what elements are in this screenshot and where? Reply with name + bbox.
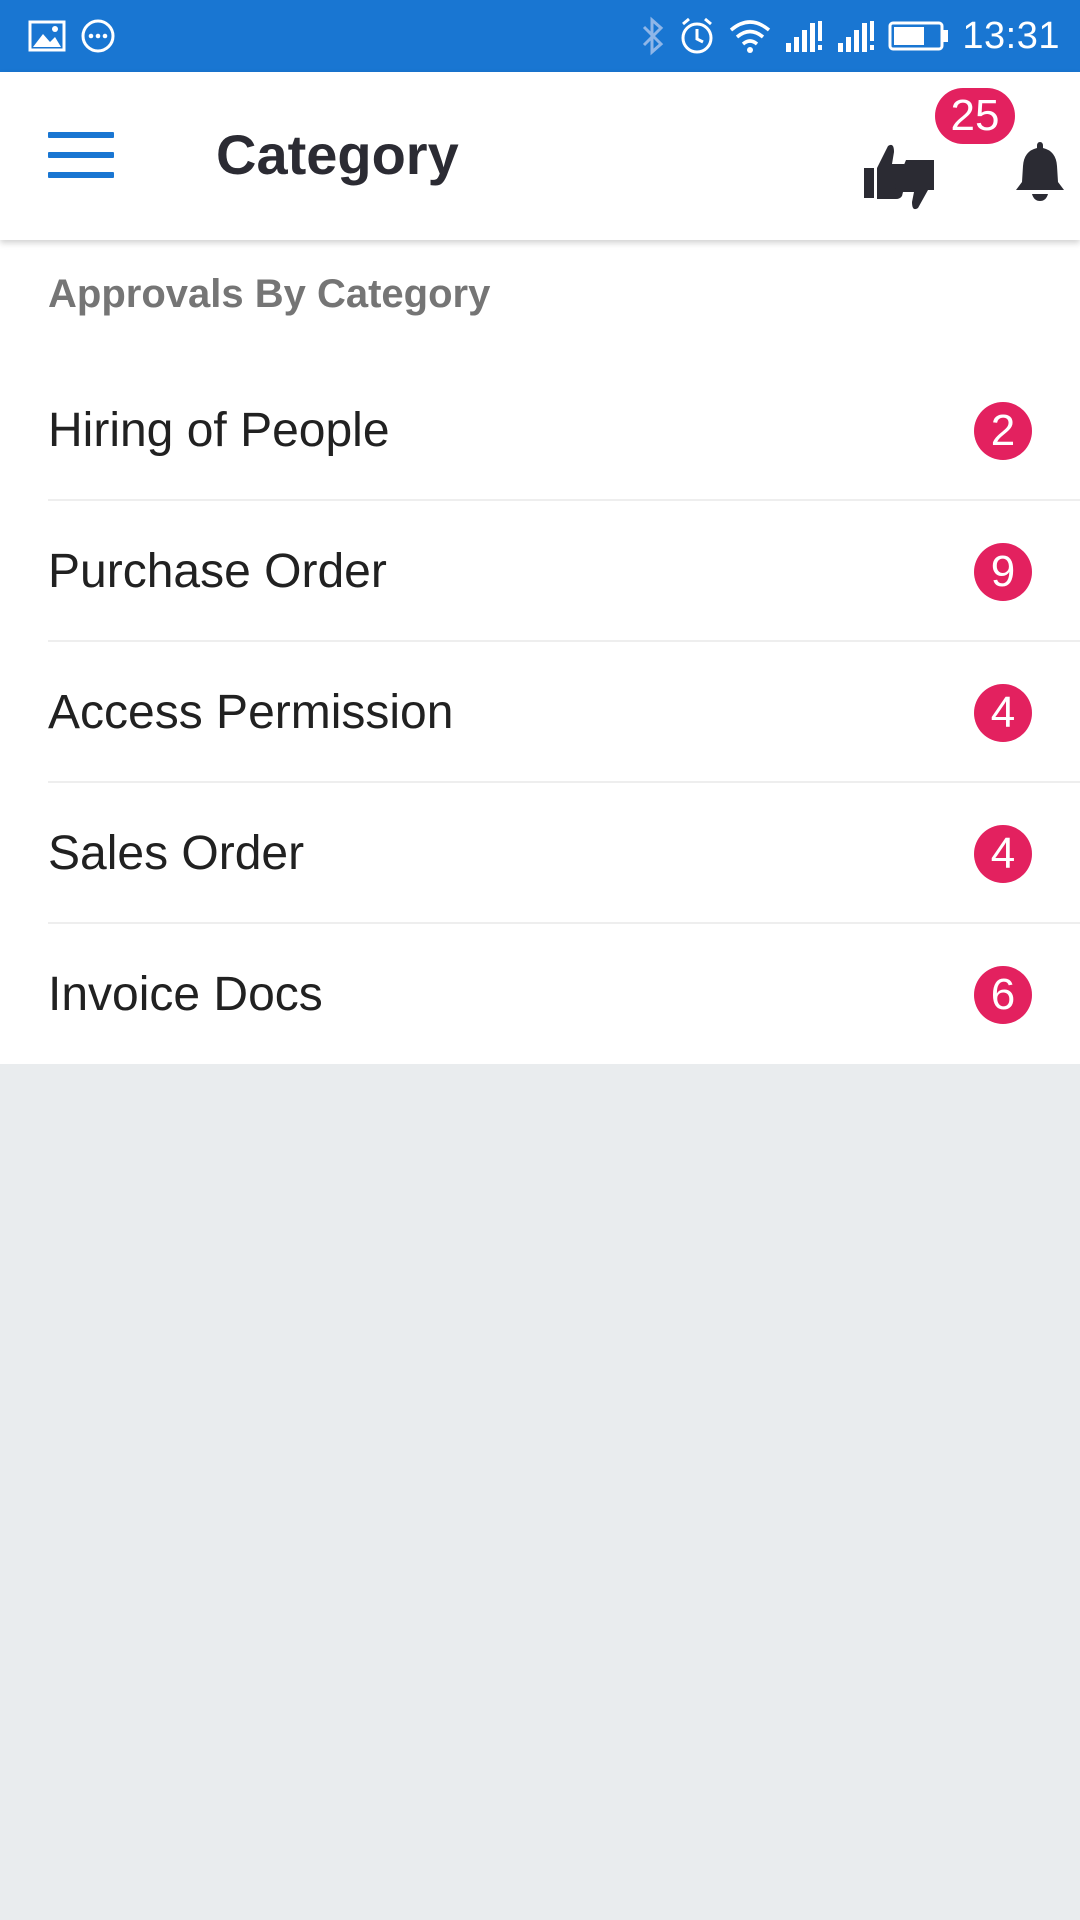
count-badge: 4 bbox=[974, 684, 1032, 742]
count-badge: 6 bbox=[974, 966, 1032, 1024]
status-bar: 13:31 bbox=[0, 0, 1080, 72]
notifications-button[interactable] bbox=[1012, 138, 1068, 202]
app-badge: 25 bbox=[935, 88, 1015, 144]
signal-icon bbox=[838, 21, 875, 52]
chat-icon bbox=[81, 19, 115, 53]
section-heading: Approvals By Category bbox=[48, 272, 491, 316]
battery-icon bbox=[888, 21, 949, 51]
status-time: 13:31 bbox=[962, 14, 1060, 57]
status-bar-right: 13:31 bbox=[640, 14, 1060, 58]
category-item-hiring-of-people[interactable]: Hiring of People 2 bbox=[0, 360, 1080, 501]
bell-icon bbox=[1016, 142, 1064, 201]
category-list: Hiring of People 2 Purchase Order 9 Acce… bbox=[0, 360, 1080, 1065]
menu-button[interactable] bbox=[48, 132, 114, 178]
category-label: Invoice Docs bbox=[48, 968, 323, 1021]
image-icon bbox=[28, 20, 66, 52]
status-bar-left bbox=[28, 16, 116, 56]
count-badge: 4 bbox=[974, 825, 1032, 883]
wifi-icon bbox=[730, 20, 771, 53]
page-title: Category bbox=[216, 123, 459, 186]
hamburger-icon-line bbox=[48, 152, 114, 158]
category-label: Hiring of People bbox=[48, 404, 390, 457]
category-item-invoice-docs[interactable]: Invoice Docs 6 bbox=[0, 924, 1080, 1065]
category-label: Access Permission bbox=[48, 686, 454, 739]
category-label: Sales Order bbox=[48, 827, 305, 880]
category-item-access-permission[interactable]: Access Permission 4 bbox=[0, 642, 1080, 783]
hamburger-icon-line bbox=[48, 132, 114, 138]
thumbs-up-down-icon bbox=[864, 144, 936, 210]
count-badge: 2 bbox=[974, 402, 1032, 460]
count-badge: 9 bbox=[974, 543, 1032, 601]
category-item-purchase-order[interactable]: Purchase Order 9 bbox=[0, 501, 1080, 642]
category-item-sales-order[interactable]: Sales Order 4 bbox=[0, 783, 1080, 924]
approve-reject-button[interactable] bbox=[860, 132, 940, 212]
alarm-icon bbox=[681, 17, 713, 54]
bluetooth-icon bbox=[643, 16, 664, 56]
approvals-panel: Approvals By Category Hiring of People 2… bbox=[0, 240, 1080, 1064]
signal-icon bbox=[786, 21, 823, 52]
hamburger-icon-line bbox=[48, 172, 114, 178]
category-label: Purchase Order bbox=[48, 545, 387, 598]
